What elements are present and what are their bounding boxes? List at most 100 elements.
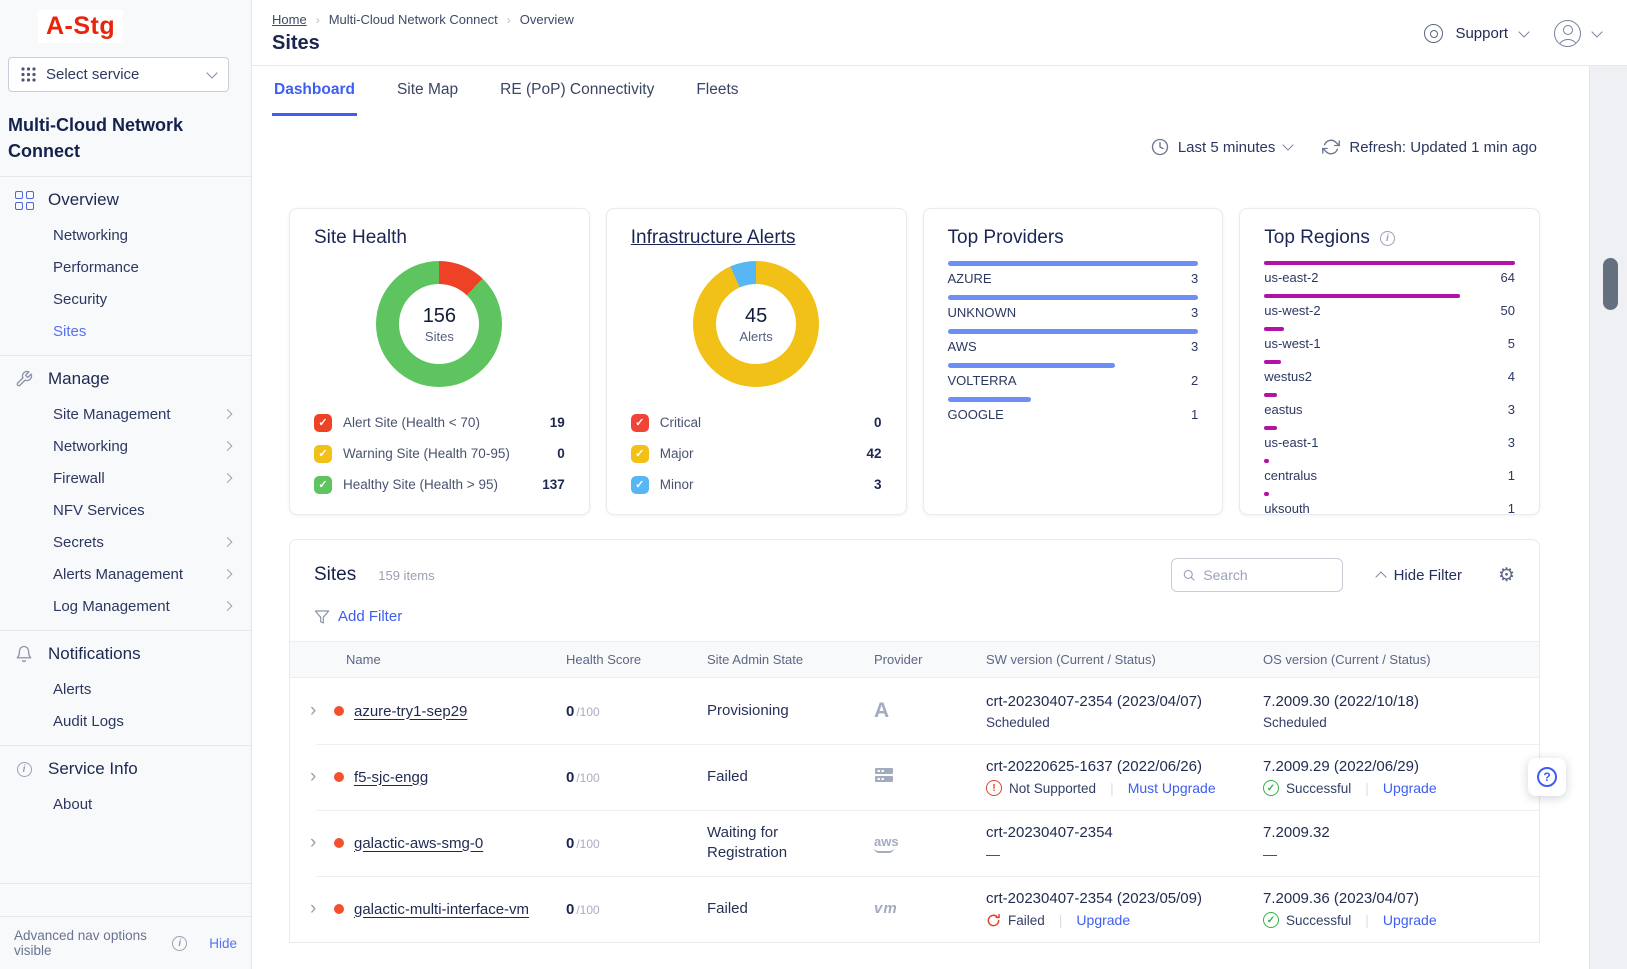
sidebar-item-networking-manage[interactable]: Networking bbox=[0, 430, 251, 462]
hide-advanced-nav-link[interactable]: Hide bbox=[209, 936, 237, 951]
sidebar-item-about[interactable]: About bbox=[0, 788, 251, 820]
brand-logo[interactable]: A-Stg bbox=[38, 10, 123, 43]
tab-dashboard[interactable]: Dashboard bbox=[272, 66, 357, 116]
top-regions-card: Top Regions i us-east-264 us-west-250 us… bbox=[1239, 208, 1540, 515]
sidebar-section-service-info[interactable]: i Service Info bbox=[0, 746, 251, 788]
hardware-provider-icon bbox=[874, 767, 894, 783]
region-bar-row: us-west-250 bbox=[1264, 294, 1515, 318]
page-scrollbar-track[interactable] bbox=[1589, 66, 1627, 969]
top-providers-card: Top Providers AZURE3 UNKNOWN3 AWS3 VOLTE… bbox=[923, 208, 1224, 515]
upgrade-link[interactable]: Upgrade bbox=[1383, 912, 1437, 928]
chevron-down-icon[interactable] bbox=[1591, 26, 1602, 37]
refresh-button[interactable]: Refresh: Updated 1 min ago bbox=[1322, 138, 1537, 156]
chevron-right-icon bbox=[223, 537, 233, 547]
tab-re-pop-connectivity[interactable]: RE (PoP) Connectivity bbox=[498, 66, 656, 116]
sidebar-item-security[interactable]: Security bbox=[0, 283, 251, 315]
legend-checkbox-checked[interactable]: ✓ bbox=[631, 414, 649, 432]
sidebar-item-log-management[interactable]: Log Management bbox=[0, 590, 251, 622]
page-scrollbar-thumb[interactable] bbox=[1603, 258, 1618, 310]
region-bar-row: us-east-264 bbox=[1264, 261, 1515, 285]
site-name-link[interactable]: f5-sjc-engg bbox=[354, 769, 428, 786]
expand-row-icon[interactable]: › bbox=[310, 898, 324, 920]
sidebar-section-overview[interactable]: Overview bbox=[0, 177, 251, 219]
sidebar-item-site-management[interactable]: Site Management bbox=[0, 398, 251, 430]
site-name-link[interactable]: galactic-multi-interface-vm bbox=[354, 901, 529, 918]
provider-bar-row: AWS3 bbox=[948, 329, 1199, 354]
clock-icon bbox=[1151, 138, 1169, 156]
sidebar-bottom: Advanced nav options visible i Hide bbox=[0, 883, 251, 969]
app-window: A-Stg Select service Multi-Cloud Network… bbox=[0, 0, 1627, 969]
top-regions-title: Top Regions i bbox=[1264, 227, 1515, 249]
expand-row-icon[interactable]: › bbox=[310, 700, 324, 722]
legend-checkbox-checked[interactable]: ✓ bbox=[631, 476, 649, 494]
region-bar-row: uksouth1 bbox=[1264, 492, 1515, 515]
support-menu[interactable]: Support bbox=[1455, 25, 1508, 42]
info-icon[interactable]: i bbox=[1380, 231, 1395, 246]
sidebar-section-notifications[interactable]: Notifications bbox=[0, 631, 251, 673]
hide-filter-button[interactable]: Hide Filter bbox=[1377, 567, 1462, 584]
tab-fleets[interactable]: Fleets bbox=[694, 66, 740, 116]
aws-provider-icon: aws bbox=[874, 834, 899, 853]
sidebar-item-alerts[interactable]: Alerts bbox=[0, 673, 251, 705]
site-health-card: Site Health 156 Sites ✓ Alert Site (Heal… bbox=[289, 208, 590, 515]
breadcrumb-level2[interactable]: Overview bbox=[520, 12, 574, 27]
provider-bar-row: VOLTERRA2 bbox=[948, 363, 1199, 388]
user-avatar[interactable] bbox=[1554, 20, 1581, 47]
time-range-dropdown[interactable]: Last 5 minutes bbox=[1151, 138, 1293, 156]
not-supported-warning-icon: ! bbox=[986, 780, 1002, 796]
search-box[interactable] bbox=[1171, 558, 1343, 592]
infrastructure-alerts-donut-chart: 45 Alerts bbox=[693, 261, 819, 387]
legend-checkbox-checked[interactable]: ✓ bbox=[631, 445, 649, 463]
product-title: Multi-Cloud Network Connect bbox=[8, 112, 221, 164]
tab-site-map[interactable]: Site Map bbox=[395, 66, 460, 116]
sidebar-item-networking[interactable]: Networking bbox=[0, 219, 251, 251]
sidebar-item-audit-logs[interactable]: Audit Logs bbox=[0, 705, 251, 737]
summary-cards: Site Health 156 Sites ✓ Alert Site (Heal… bbox=[289, 208, 1540, 515]
top-header: Home › Multi-Cloud Network Connect › Ove… bbox=[252, 0, 1627, 66]
azure-provider-icon: A bbox=[874, 699, 889, 722]
legend-checkbox-checked[interactable]: ✓ bbox=[314, 476, 332, 494]
expand-row-icon[interactable]: › bbox=[310, 766, 324, 788]
table-row: › galactic-aws-smg-0 0/100 Waiting for R… bbox=[290, 810, 1539, 876]
sidebar-item-firewall[interactable]: Firewall bbox=[0, 462, 251, 494]
table-row: › galactic-multi-interface-vm 0/100 Fail… bbox=[290, 876, 1539, 942]
sidebar-item-performance[interactable]: Performance bbox=[0, 251, 251, 283]
advanced-nav-text: Advanced nav options visible bbox=[14, 928, 164, 958]
help-button[interactable]: ? bbox=[1528, 758, 1566, 796]
provider-bar-row: GOOGLE1 bbox=[948, 397, 1199, 422]
sites-table-panel: Sites 159 items Hide Filter ⚙ Add Filter… bbox=[289, 539, 1540, 943]
select-service-dropdown[interactable]: Select service bbox=[8, 57, 229, 92]
chevron-right-icon bbox=[223, 569, 233, 579]
sidebar-section-manage[interactable]: Manage bbox=[0, 356, 251, 398]
must-upgrade-link[interactable]: Must Upgrade bbox=[1128, 780, 1216, 796]
region-bar-row: eastus3 bbox=[1264, 393, 1515, 417]
infrastructure-alerts-link[interactable]: Infrastructure Alerts bbox=[631, 227, 882, 249]
sidebar-item-sites[interactable]: Sites bbox=[0, 315, 251, 347]
breadcrumb-home[interactable]: Home bbox=[272, 12, 307, 27]
chevron-down-icon[interactable] bbox=[1518, 26, 1529, 37]
support-icon bbox=[1424, 24, 1443, 43]
site-health-total: 156 bbox=[423, 305, 456, 328]
breadcrumb-separator: › bbox=[507, 13, 511, 27]
site-name-link[interactable]: azure-try1-sep29 bbox=[354, 703, 467, 720]
site-health-donut-chart: 156 Sites bbox=[376, 261, 502, 387]
legend-item: ✓ Healthy Site (Health > 95) 137 bbox=[314, 469, 565, 500]
upgrade-link[interactable]: Upgrade bbox=[1076, 912, 1130, 928]
expand-row-icon[interactable]: › bbox=[310, 832, 324, 854]
sidebar-item-secrets[interactable]: Secrets bbox=[0, 526, 251, 558]
site-name-link[interactable]: galactic-aws-smg-0 bbox=[354, 835, 483, 852]
upgrade-link[interactable]: Upgrade bbox=[1383, 780, 1437, 796]
search-input[interactable] bbox=[1203, 567, 1331, 583]
legend-checkbox-checked[interactable]: ✓ bbox=[314, 414, 332, 432]
sidebar-item-nfv-services[interactable]: NFV Services bbox=[0, 494, 251, 526]
region-bar-row: westus24 bbox=[1264, 360, 1515, 384]
info-icon: i bbox=[172, 936, 187, 951]
breadcrumb-level1[interactable]: Multi-Cloud Network Connect bbox=[329, 12, 498, 27]
gear-icon[interactable]: ⚙ bbox=[1498, 566, 1515, 585]
legend-checkbox-checked[interactable]: ✓ bbox=[314, 445, 332, 463]
chevron-right-icon bbox=[223, 409, 233, 419]
sites-count: 159 items bbox=[378, 568, 434, 583]
sidebar-item-alerts-management[interactable]: Alerts Management bbox=[0, 558, 251, 590]
add-filter-button[interactable]: Add Filter bbox=[338, 608, 402, 625]
region-bar-row: us-east-13 bbox=[1264, 426, 1515, 450]
